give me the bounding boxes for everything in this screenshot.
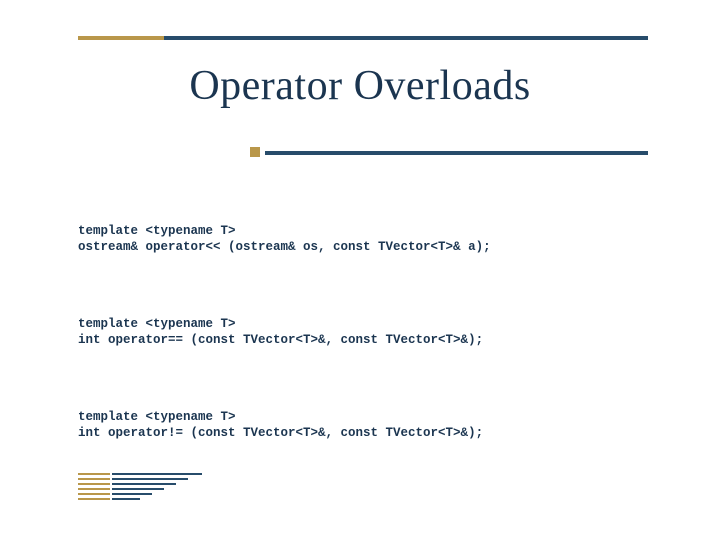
code-block-2: template <typename T> int operator== (co… <box>78 316 658 349</box>
footer-line <box>78 483 208 485</box>
code-line: template <typename T> <box>78 410 236 424</box>
code-line: ostream& operator<< (ostream& os, const … <box>78 240 491 254</box>
code-area: template <typename T> ostream& operator<… <box>78 190 658 502</box>
top-rule-accent <box>78 36 164 40</box>
footer-line <box>78 478 208 480</box>
code-line: int operator!= (const TVector<T>&, const… <box>78 426 483 440</box>
title-underline <box>265 151 648 155</box>
footer-decoration <box>78 470 208 500</box>
footer-line <box>78 493 208 495</box>
code-line: template <typename T> <box>78 317 236 331</box>
slide-title: Operator Overloads <box>0 62 720 110</box>
footer-line <box>78 488 208 490</box>
code-block-1: template <typename T> ostream& operator<… <box>78 223 658 256</box>
code-line: template <typename T> <box>78 224 236 238</box>
title-bullet-icon <box>250 147 260 157</box>
code-line: int operator== (const TVector<T>&, const… <box>78 333 483 347</box>
footer-line <box>78 473 208 475</box>
slide: Operator Overloads template <typename T>… <box>0 0 720 540</box>
footer-line <box>78 498 208 500</box>
code-block-3: template <typename T> int operator!= (co… <box>78 409 658 442</box>
